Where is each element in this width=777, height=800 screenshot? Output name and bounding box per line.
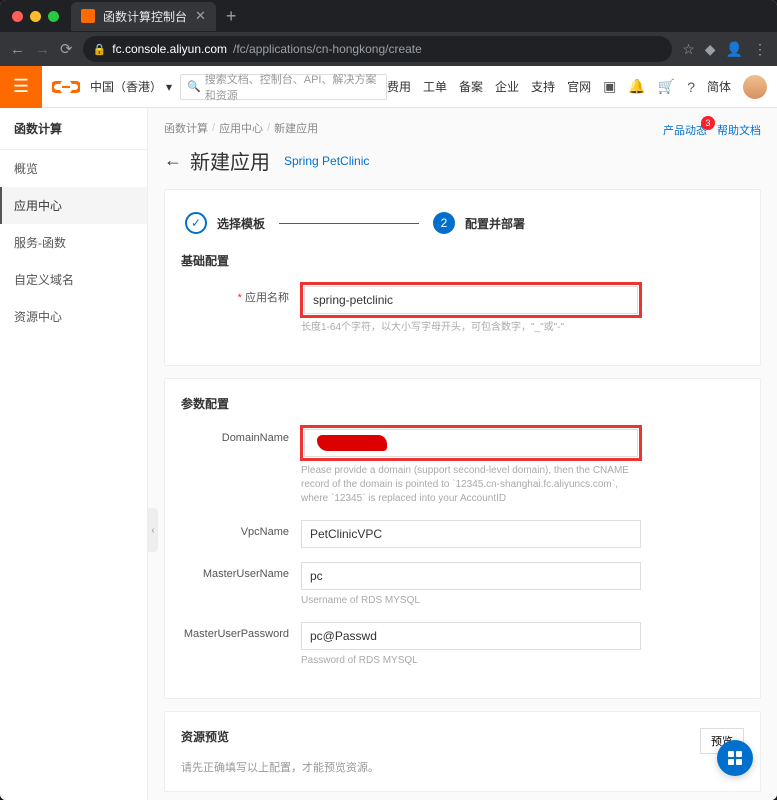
vpc-name-input[interactable]	[301, 520, 641, 548]
master-password-hint: Password of RDS MYSQL	[301, 654, 641, 668]
sidebar-item-app-center[interactable]: 应用中心	[0, 187, 147, 224]
nav-forward-icon[interactable]: →	[35, 41, 50, 58]
console-header: ☰ 中国（香港） ▾ 🔍 搜索文档、控制台、API、解决方案和资源 费用 工单 …	[0, 66, 777, 108]
bookmark-icon[interactable]: ☆	[682, 41, 695, 58]
nav-reload-icon[interactable]: ⟳	[60, 40, 73, 58]
region-label: 中国（香港）	[90, 78, 162, 95]
master-user-hint: Username of RDS MYSQL	[301, 594, 641, 608]
help-docs-link[interactable]: 帮助文档	[717, 122, 761, 138]
sidebar-collapse-handle[interactable]: ‹	[148, 508, 158, 552]
step-1-label: 选择模板	[217, 215, 265, 232]
extension-icon[interactable]: ◆	[705, 41, 716, 58]
nav-back-icon[interactable]: ←	[10, 41, 25, 58]
cloudshell-icon[interactable]: ▣	[603, 78, 616, 95]
step-2-label: 配置并部署	[465, 215, 525, 232]
header-link-billing[interactable]: 费用	[387, 78, 411, 95]
step-1-done-icon: ✓	[185, 212, 207, 234]
app-name-label: 应用名称	[181, 283, 301, 305]
domain-name-label: DomainName	[181, 426, 301, 444]
basic-config-title: 基础配置	[181, 252, 744, 269]
master-password-label: MasterUserPassword	[181, 622, 301, 640]
url-input[interactable]: 🔒 fc.console.aliyun.com/fc/applications/…	[83, 36, 673, 62]
header-link-support[interactable]: 支持	[531, 78, 555, 95]
app-name-input[interactable]	[304, 286, 638, 314]
region-selector[interactable]: 中国（香港） ▾	[90, 78, 172, 95]
window-titlebar: 函数计算控制台 ✕ +	[0, 0, 777, 32]
sidebar-item-resources[interactable]: 资源中心	[0, 298, 147, 335]
sidebar-item-services[interactable]: 服务-函数	[0, 224, 147, 261]
tab-title: 函数计算控制台	[103, 8, 187, 25]
content-area: 函数计算/ 应用中心/ 新建应用 产品动态 3 帮助文档 ← 新建应用 Spri…	[148, 108, 777, 800]
lock-icon: 🔒	[93, 43, 107, 56]
help-icon[interactable]: ?	[687, 79, 695, 95]
url-path: /fc/applications/cn-hongkong/create	[233, 42, 422, 56]
resource-preview-title: 资源预览	[181, 728, 744, 745]
sidebar: 函数计算 概览 应用中心 服务-函数 自定义域名 资源中心	[0, 108, 148, 800]
sidebar-item-overview[interactable]: 概览	[0, 150, 147, 187]
header-link-site[interactable]: 官网	[567, 78, 591, 95]
breadcrumb-item[interactable]: 应用中心	[219, 120, 263, 136]
steps-indicator: ✓ 选择模板 2 配置并部署	[181, 206, 744, 252]
resource-preview-hint: 请先正确填写以上配置，才能预览资源。	[181, 759, 744, 775]
product-updates-link[interactable]: 产品动态 3	[663, 122, 707, 138]
search-placeholder: 搜索文档、控制台、API、解决方案和资源	[205, 71, 380, 103]
header-link-icp[interactable]: 备案	[459, 78, 483, 95]
master-user-input[interactable]	[301, 562, 641, 590]
step-2-active: 2	[433, 212, 455, 234]
redacted-value	[317, 435, 387, 451]
vpc-name-label: VpcName	[181, 520, 301, 538]
param-config-title: 参数配置	[181, 395, 744, 412]
sidebar-title: 函数计算	[0, 108, 147, 150]
browser-menu-icon[interactable]: ⋮	[753, 41, 767, 58]
breadcrumb-item[interactable]: 函数计算	[164, 120, 208, 136]
new-tab-button[interactable]: +	[226, 6, 237, 27]
header-search-input[interactable]: 🔍 搜索文档、控制台、API、解决方案和资源	[180, 74, 387, 100]
app-name-hint: 长度1-64个字符，以大小写字母开头，可包含数字，"_"或"-"	[301, 321, 641, 335]
avatar[interactable]	[743, 75, 767, 99]
url-host: fc.console.aliyun.com	[112, 42, 227, 56]
header-link-enterprise[interactable]: 企业	[495, 78, 519, 95]
apps-fab-button[interactable]	[717, 740, 753, 776]
cart-icon[interactable]: 🛒	[658, 78, 675, 95]
updates-badge: 3	[701, 116, 715, 130]
tab-close-icon[interactable]: ✕	[195, 8, 206, 24]
notification-icon[interactable]: 🔔	[628, 78, 645, 95]
window-close[interactable]	[12, 11, 23, 22]
browser-address-bar: ← → ⟳ 🔒 fc.console.aliyun.com/fc/applica…	[0, 32, 777, 66]
chevron-down-icon: ▾	[166, 80, 172, 94]
highlight-annotation	[300, 282, 642, 318]
domain-name-input[interactable]	[304, 429, 638, 457]
domain-name-hint: Please provide a domain (support second-…	[301, 464, 641, 506]
tab-favicon	[81, 9, 95, 23]
header-link-tickets[interactable]: 工单	[423, 78, 447, 95]
master-password-input[interactable]	[301, 622, 641, 650]
back-arrow-icon[interactable]: ←	[164, 150, 182, 171]
breadcrumb-item: 新建应用	[274, 120, 318, 136]
nav-menu-button[interactable]: ☰	[0, 66, 42, 108]
master-user-label: MasterUserName	[181, 562, 301, 580]
profile-icon[interactable]: 👤	[726, 41, 743, 58]
sidebar-item-custom-domain[interactable]: 自定义域名	[0, 261, 147, 298]
highlight-annotation	[300, 425, 642, 461]
browser-tab[interactable]: 函数计算控制台 ✕	[71, 2, 216, 31]
window-maximize[interactable]	[48, 11, 59, 22]
window-minimize[interactable]	[30, 11, 41, 22]
lang-switch[interactable]: 简体	[707, 78, 731, 95]
page-subtitle: Spring PetClinic	[284, 154, 369, 168]
search-icon: 🔍	[187, 80, 201, 93]
aliyun-logo[interactable]	[50, 76, 82, 98]
page-title: 新建应用	[190, 146, 270, 175]
